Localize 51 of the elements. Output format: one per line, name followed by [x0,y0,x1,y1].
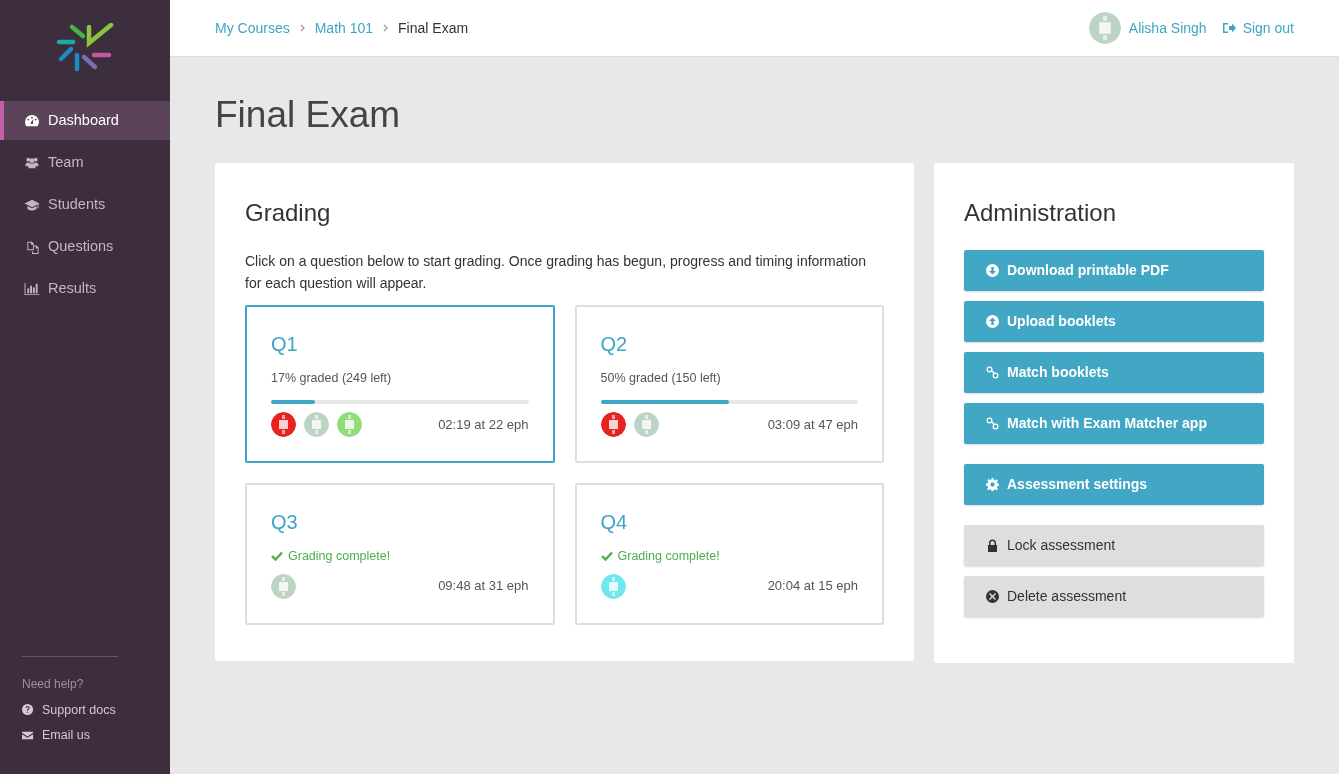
sign-out-icon [1222,22,1236,34]
question-card[interactable]: Q4 Grading complete! 20:04 at 15 eph [574,482,884,625]
card-title: Administration [964,199,1118,229]
breadcrumb-current: Final Exam [398,18,469,38]
help-heading: Need help? [22,675,85,693]
pages-icon [24,239,40,254]
sidebar-item[interactable]: Team [0,143,170,182]
gauge-icon [24,113,40,128]
help-link[interactable]: Support docs [22,700,148,720]
bar-chart-icon [24,281,40,296]
timing-text: 09:48 at 31 eph [438,577,529,596]
lock-icon [986,539,999,553]
gear-icon [986,478,999,492]
chevron-icon [299,24,305,32]
question-card[interactable]: Q1 17% graded (249 left) 02:19 at 22 eph [245,305,555,463]
sidebar-item[interactable]: Students [0,185,170,224]
help-link[interactable]: Email us [22,726,148,745]
sidebar-item[interactable]: Questions [0,227,170,266]
status-text: Grading complete! [617,547,720,565]
graduation-cap-icon [24,197,40,212]
avatar [1088,12,1121,44]
check-icon [271,551,283,562]
sidebar-item[interactable]: Dashboard [0,101,170,140]
question-icon [22,703,34,716]
link-icon [986,417,999,431]
status-text: Grading complete! [288,547,391,565]
page-title: Final Exam [215,93,402,137]
progress-text: 50% graded (150 left) [600,370,722,388]
download-icon [986,264,999,278]
remove-icon [986,590,999,604]
action-button[interactable]: Lock assessment [964,525,1264,567]
timing-text: 20:04 at 15 eph [767,577,858,596]
check-icon [600,551,613,562]
action-button[interactable]: Delete assessment [964,576,1264,618]
question-title: Q4 [600,509,628,535]
upload-icon [986,315,999,329]
sidebar-item[interactable]: Results [0,269,170,308]
progress-text: 17% graded (249 left) [271,370,393,388]
card-title: Grading [245,199,332,229]
question-title: Q2 [600,332,628,358]
people-icon [24,155,40,170]
timing-text: 03:09 at 47 eph [767,415,858,434]
grading-intro: Click on a question below to start grading. Once grading has begun, progress and timing information for each question will appear. [245,252,868,294]
chevron-icon [383,24,389,32]
question-title: Q3 [271,509,298,535]
link-icon [986,366,999,380]
envelope-icon [22,729,34,742]
question-card[interactable]: Q2 50% graded (150 left) 03:09 at 47 eph [574,305,884,463]
question-title: Q1 [271,332,298,358]
question-card[interactable]: Q3 Grading complete! 09:48 at 31 eph [245,482,555,625]
timing-text: 02:19 at 22 eph [438,415,529,434]
